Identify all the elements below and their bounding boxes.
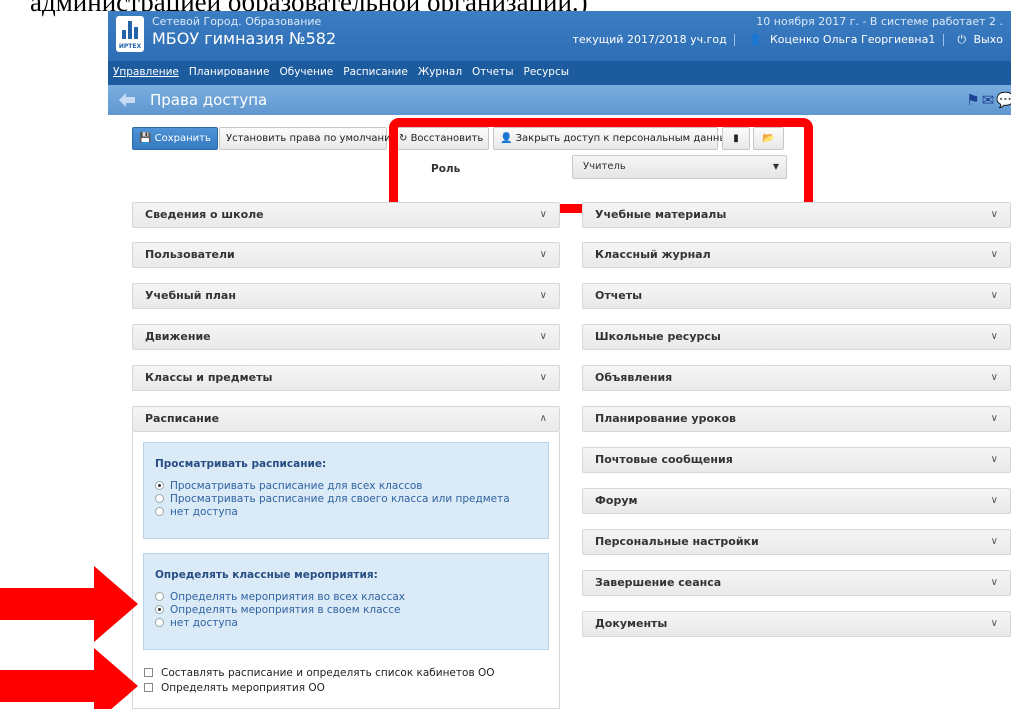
user-icon: 👤: [748, 33, 763, 46]
system-name: Сетевой Город. Образование: [152, 15, 322, 28]
panel-school-resources[interactable]: Школьные ресурсы ∨: [582, 324, 1011, 350]
menu-item-education[interactable]: Обучение: [274, 61, 338, 83]
chevron-down-icon: ∨: [990, 290, 998, 301]
save-button-label: Сохранить: [154, 133, 211, 144]
panel-forum[interactable]: Форум ∨: [582, 488, 1011, 514]
view-schedule-box: Просматривать расписание: Просматривать …: [143, 442, 549, 539]
notification-icons: ⚑✉💬: [966, 91, 1011, 109]
main-menu: Управление Планирование Обучение Расписа…: [108, 61, 1011, 85]
menu-item-planning[interactable]: Планирование: [184, 61, 275, 83]
panel-mail[interactable]: Почтовые сообщения ∨: [582, 447, 1011, 473]
user-info: текущий 2017/2018 уч.год 👤 Коценко Ольга…: [568, 33, 1003, 47]
chevron-down-icon: ∨: [539, 372, 547, 383]
chevron-down-icon: ∨: [990, 618, 998, 629]
user-name[interactable]: Коценко Ольга Георгиевна1: [770, 33, 935, 46]
menu-item-resources[interactable]: Ресурсы: [519, 61, 575, 83]
menu-item-schedule[interactable]: Расписание: [338, 61, 413, 83]
radio-view-none[interactable]: нет доступа: [155, 506, 238, 518]
page-title: Права доступа: [150, 91, 268, 109]
panel-learning-materials[interactable]: Учебные материалы ∨: [582, 202, 1011, 228]
red-arrow-icon: [0, 566, 138, 642]
events-heading: Определять классные мероприятия:: [155, 569, 378, 581]
chevron-down-icon: ∨: [990, 209, 998, 220]
school-year[interactable]: текущий 2017/2018 уч.год: [572, 33, 726, 46]
announcements-icon[interactable]: ⚑: [966, 91, 981, 109]
radio-events-own[interactable]: Определять мероприятия в своем классе: [155, 604, 401, 616]
back-arrow-icon[interactable]: [119, 93, 135, 107]
page-titlebar: Права доступа ⚑✉💬: [108, 85, 1011, 115]
logo-text: ИРТЕХ: [118, 43, 142, 50]
view-schedule-heading: Просматривать расписание:: [155, 458, 327, 470]
panel-movement[interactable]: Движение ∨: [132, 324, 560, 350]
chevron-up-icon: ∧: [539, 413, 547, 424]
red-highlight-frame: [389, 118, 813, 213]
panel-documents[interactable]: Документы ∨: [582, 611, 1011, 637]
panel-curriculum[interactable]: Учебный план ∨: [132, 283, 560, 309]
chevron-down-icon: ∨: [990, 331, 998, 342]
menu-item-reports[interactable]: Отчеты: [467, 61, 518, 83]
menu-item-journal[interactable]: Журнал: [413, 61, 467, 83]
chevron-down-icon: ∨: [539, 209, 547, 220]
chat-icon[interactable]: 💬: [996, 91, 1011, 109]
radio-view-own[interactable]: Просматривать расписание для своего клас…: [155, 493, 510, 505]
panel-announcements[interactable]: Объявления ∨: [582, 365, 1011, 391]
exit-link[interactable]: Выхо: [974, 33, 1003, 46]
chevron-down-icon: ∨: [539, 290, 547, 301]
document-caption: администрацией образовательной организац…: [30, 0, 588, 17]
chevron-down-icon: ∨: [990, 577, 998, 588]
red-arrow-icon: [0, 648, 138, 709]
logo: ИРТЕХ: [116, 16, 144, 52]
menu-item-management[interactable]: Управление: [108, 61, 184, 83]
events-box: Определять классные мероприятия: Определ…: [143, 553, 549, 650]
panel-end-session[interactable]: Завершение сеанса ∨: [582, 570, 1011, 596]
chevron-down-icon: ∨: [990, 413, 998, 424]
mail-icon[interactable]: ✉: [982, 91, 997, 109]
chevron-down-icon: ∨: [539, 249, 547, 260]
panel-class-journal[interactable]: Классный журнал ∨: [582, 242, 1011, 268]
set-defaults-button[interactable]: Установить права по умолчанию: [219, 127, 399, 150]
checkbox-make-schedule[interactable]: Составлять расписание и определять списо…: [144, 667, 495, 679]
checkbox-define-events[interactable]: Определять мероприятия ОО: [144, 682, 325, 694]
chevron-down-icon: ∨: [990, 495, 998, 506]
panel-lesson-planning[interactable]: Планирование уроков ∨: [582, 406, 1011, 432]
chevron-down-icon: ∨: [990, 536, 998, 547]
panel-classes-subjects[interactable]: Классы и предметы ∨: [132, 365, 560, 391]
chevron-down-icon: ∨: [990, 249, 998, 260]
radio-events-none[interactable]: нет доступа: [155, 617, 238, 629]
panel-schedule[interactable]: Расписание ∧: [132, 406, 560, 432]
save-button[interactable]: 💾 Сохранить: [132, 127, 218, 150]
power-icon[interactable]: ⏻: [957, 33, 966, 46]
chevron-down-icon: ∨: [539, 331, 547, 342]
school-name: МБОУ гимназия №582: [152, 29, 337, 48]
chevron-down-icon: ∨: [990, 372, 998, 383]
radio-events-all[interactable]: Определять мероприятия во всех классах: [155, 591, 405, 603]
chevron-down-icon: ∨: [990, 454, 998, 465]
panel-users[interactable]: Пользователи ∨: [132, 242, 560, 268]
app-header: ИРТЕХ Сетевой Город. Образование МБОУ ги…: [108, 11, 1011, 61]
panel-personal-settings[interactable]: Персональные настройки ∨: [582, 529, 1011, 555]
panel-reports[interactable]: Отчеты ∨: [582, 283, 1011, 309]
radio-view-all[interactable]: Просматривать расписание для всех классо…: [155, 480, 422, 492]
panel-school-info[interactable]: Сведения о школе ∨: [132, 202, 560, 228]
date-status: 10 ноября 2017 г. - В системе работает 2…: [756, 15, 1003, 28]
